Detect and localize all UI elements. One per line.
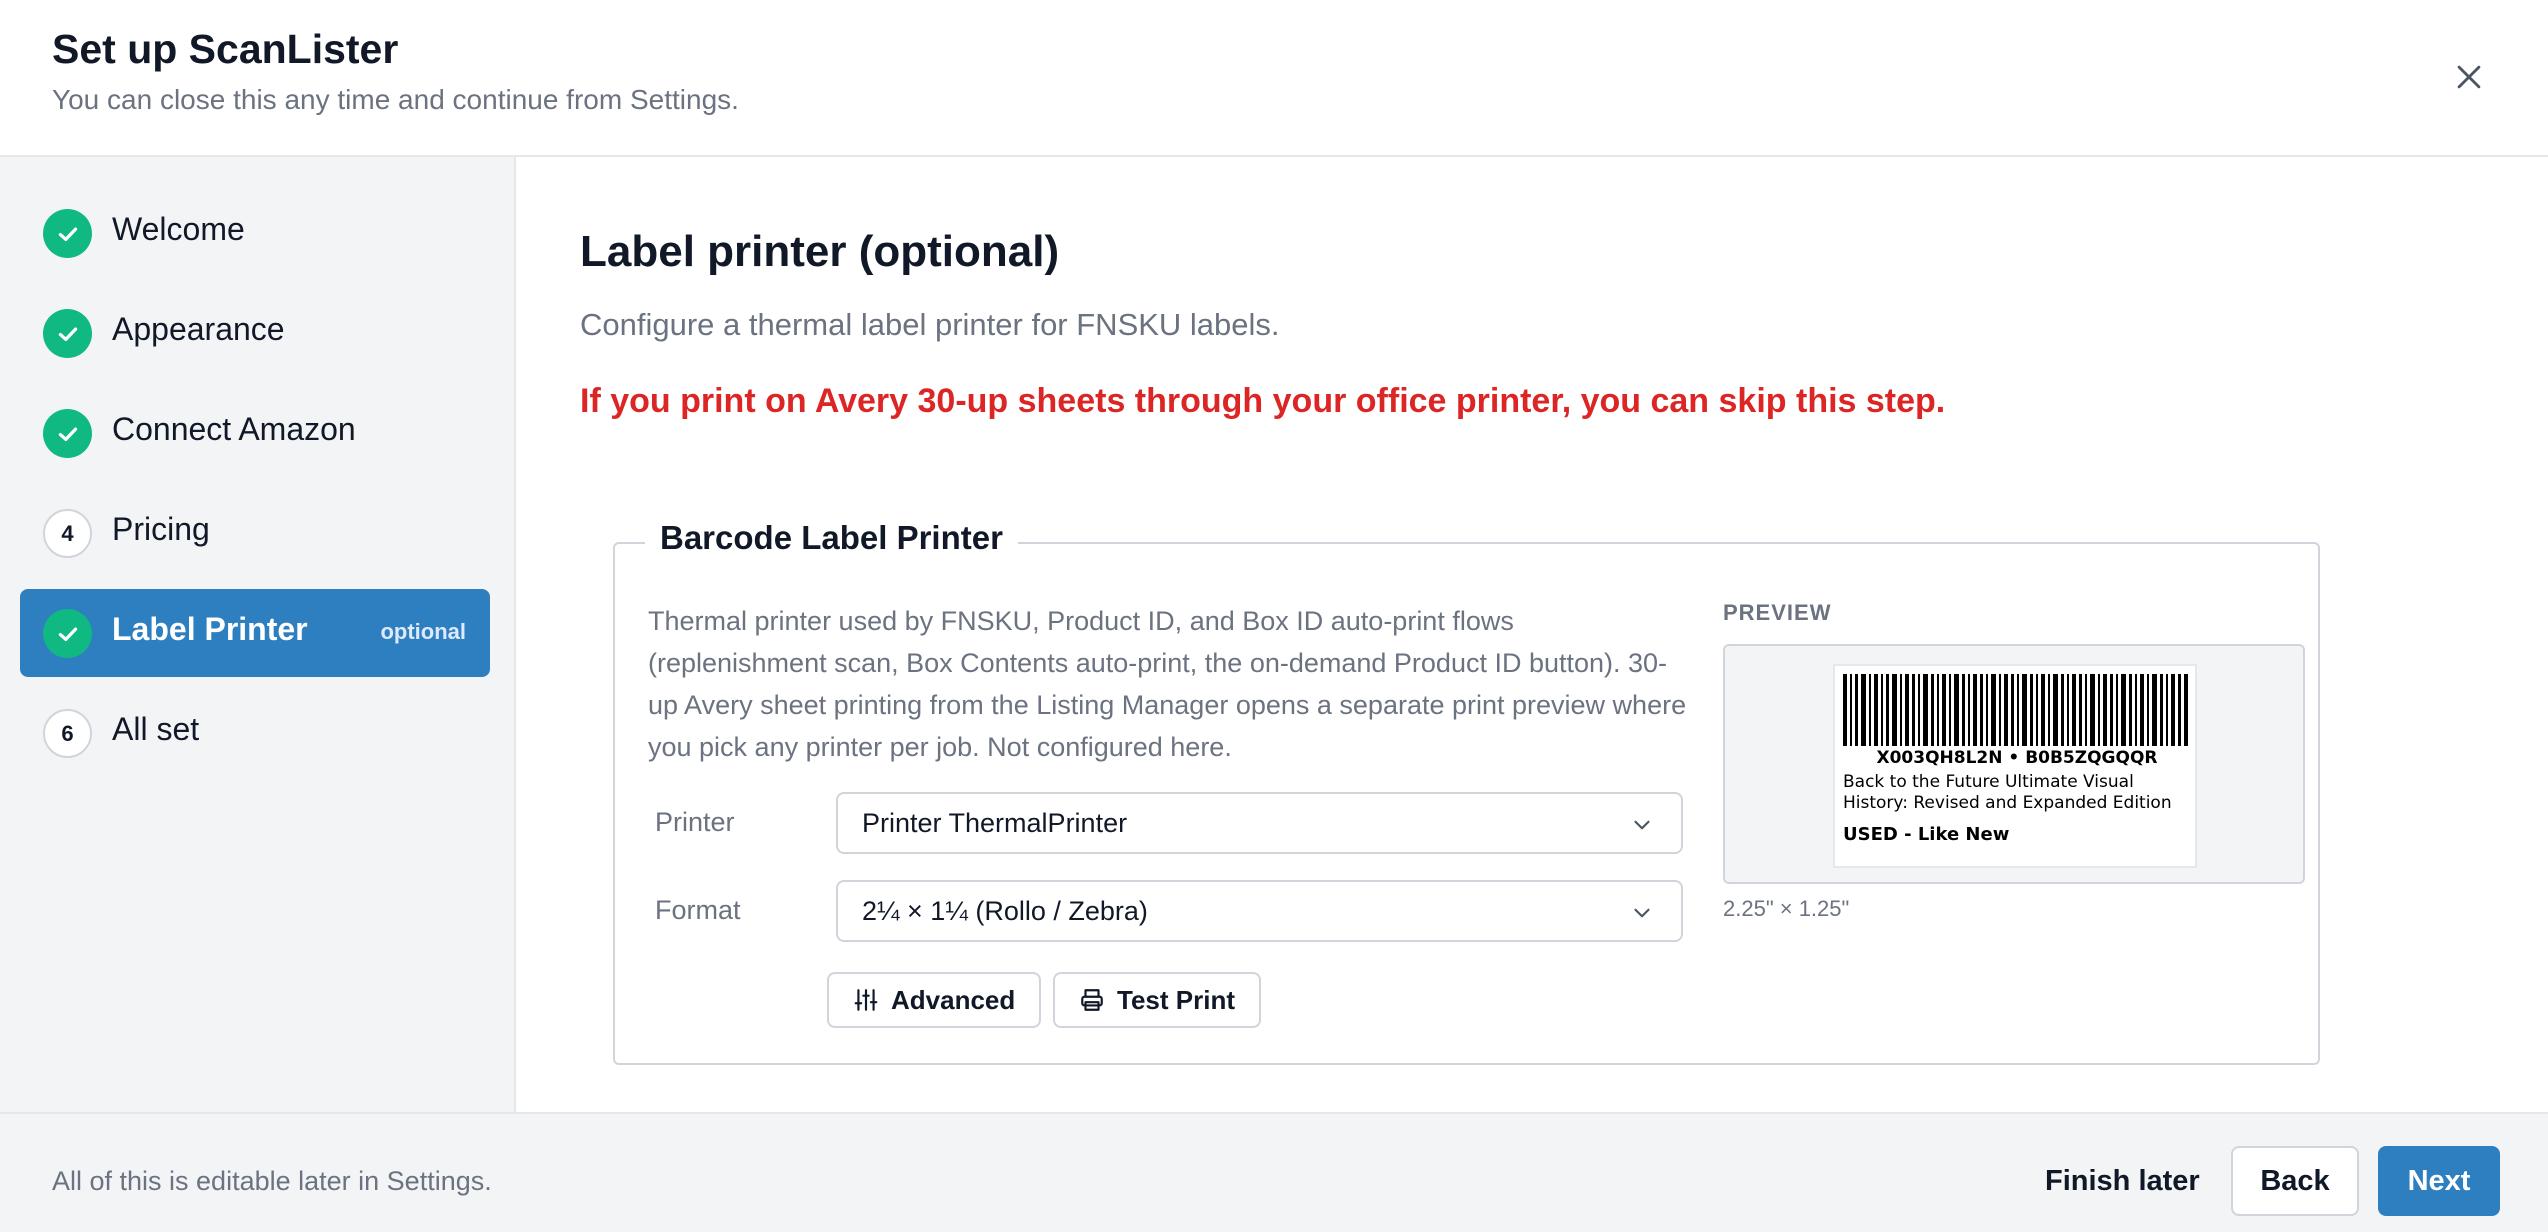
sidebar-step-label-printer[interactable]: Label Printer optional xyxy=(20,589,490,677)
format-select[interactable]: 2¼ × 1¼ (Rollo / Zebra) xyxy=(836,880,1683,942)
steps-sidebar: Welcome Appearance Connect Amazon 4 Pric… xyxy=(0,157,516,1112)
advanced-label: Advanced xyxy=(891,984,1016,1015)
panel-description: Thermal printer used by FNSKU, Product I… xyxy=(648,606,1687,762)
close-icon xyxy=(2457,65,2481,89)
dialog-footer: All of this is editable later in Setting… xyxy=(0,1112,2548,1232)
step-label: Label Printer xyxy=(112,611,308,647)
format-select-value: 2¼ × 1¼ (Rollo / Zebra) xyxy=(862,895,1148,926)
barcode-image xyxy=(1843,674,2188,746)
label-product-title: Back to the Future Ultimate Visual Histo… xyxy=(1843,772,2172,813)
step-label: Welcome xyxy=(112,211,245,247)
preview-size: 2.25" × 1.25" xyxy=(1723,896,1850,921)
finish-later-button[interactable]: Finish later xyxy=(2030,1146,2215,1216)
panel-legend: Barcode Label Printer xyxy=(645,519,1018,557)
step-content: Label printer (optional) Configure a the… xyxy=(518,157,2548,1112)
footer-note: All of this is editable later in Setting… xyxy=(52,1166,492,1196)
sliders-icon xyxy=(854,989,878,1011)
preview-heading: PREVIEW xyxy=(1723,600,1832,625)
sidebar-step-pricing[interactable]: 4 Pricing xyxy=(20,489,490,577)
chevron-down-icon xyxy=(1634,820,1650,830)
label-card: X003QH8L2N • B0B5ZQGQQR Back to the Futu… xyxy=(1833,664,2197,868)
test-print-button[interactable]: Test Print xyxy=(1053,972,1261,1028)
sidebar-step-appearance[interactable]: Appearance xyxy=(20,289,490,377)
check-icon xyxy=(43,409,92,458)
page-description: Configure a thermal label printer for FN… xyxy=(580,307,1280,342)
step-label: Appearance xyxy=(112,311,285,347)
format-label: Format xyxy=(655,895,741,925)
printer-icon xyxy=(1081,989,1103,1011)
dialog-header: Set up ScanLister You can close this any… xyxy=(0,0,2548,157)
step-number: 6 xyxy=(43,709,92,758)
chevron-down-icon xyxy=(1634,908,1650,918)
dialog-title: Set up ScanLister xyxy=(52,26,399,72)
check-icon xyxy=(43,309,92,358)
test-print-label: Test Print xyxy=(1117,984,1235,1015)
step-label: Connect Amazon xyxy=(112,411,356,447)
printer-select-value: Printer ThermalPrinter xyxy=(862,807,1128,838)
step-number: 4 xyxy=(43,509,92,558)
label-condition: USED - Like New xyxy=(1843,824,2010,845)
label-codes: X003QH8L2N • B0B5ZQGQQR xyxy=(1876,748,2158,768)
close-button[interactable] xyxy=(2442,50,2496,104)
skip-warning: If you print on Avery 30-up sheets throu… xyxy=(580,382,1946,420)
check-icon xyxy=(43,609,92,658)
sidebar-step-welcome[interactable]: Welcome xyxy=(20,189,490,277)
optional-badge: optional xyxy=(380,619,466,644)
printer-select[interactable]: Printer ThermalPrinter xyxy=(836,792,1683,854)
advanced-button[interactable]: Advanced xyxy=(827,972,1042,1028)
sidebar-step-connect-amazon[interactable]: Connect Amazon xyxy=(20,389,490,477)
back-button[interactable]: Back xyxy=(2231,1146,2359,1216)
sidebar-step-all-set[interactable]: 6 All set xyxy=(20,689,490,777)
step-label: Pricing xyxy=(112,511,210,547)
setup-dialog: Set up ScanLister You can close this any… xyxy=(0,0,2548,1232)
page-title: Label printer (optional) xyxy=(580,227,1060,276)
label-preview: X003QH8L2N • B0B5ZQGQQR Back to the Futu… xyxy=(1723,644,2305,884)
printer-label: Printer xyxy=(655,807,735,837)
check-icon xyxy=(43,209,92,258)
next-button[interactable]: Next xyxy=(2378,1146,2500,1216)
step-label: All set xyxy=(112,711,200,747)
barcode-printer-panel: Barcode Label Printer Thermal printer us… xyxy=(613,519,2320,1065)
dialog-subtitle: You can close this any time and continue… xyxy=(52,84,739,115)
